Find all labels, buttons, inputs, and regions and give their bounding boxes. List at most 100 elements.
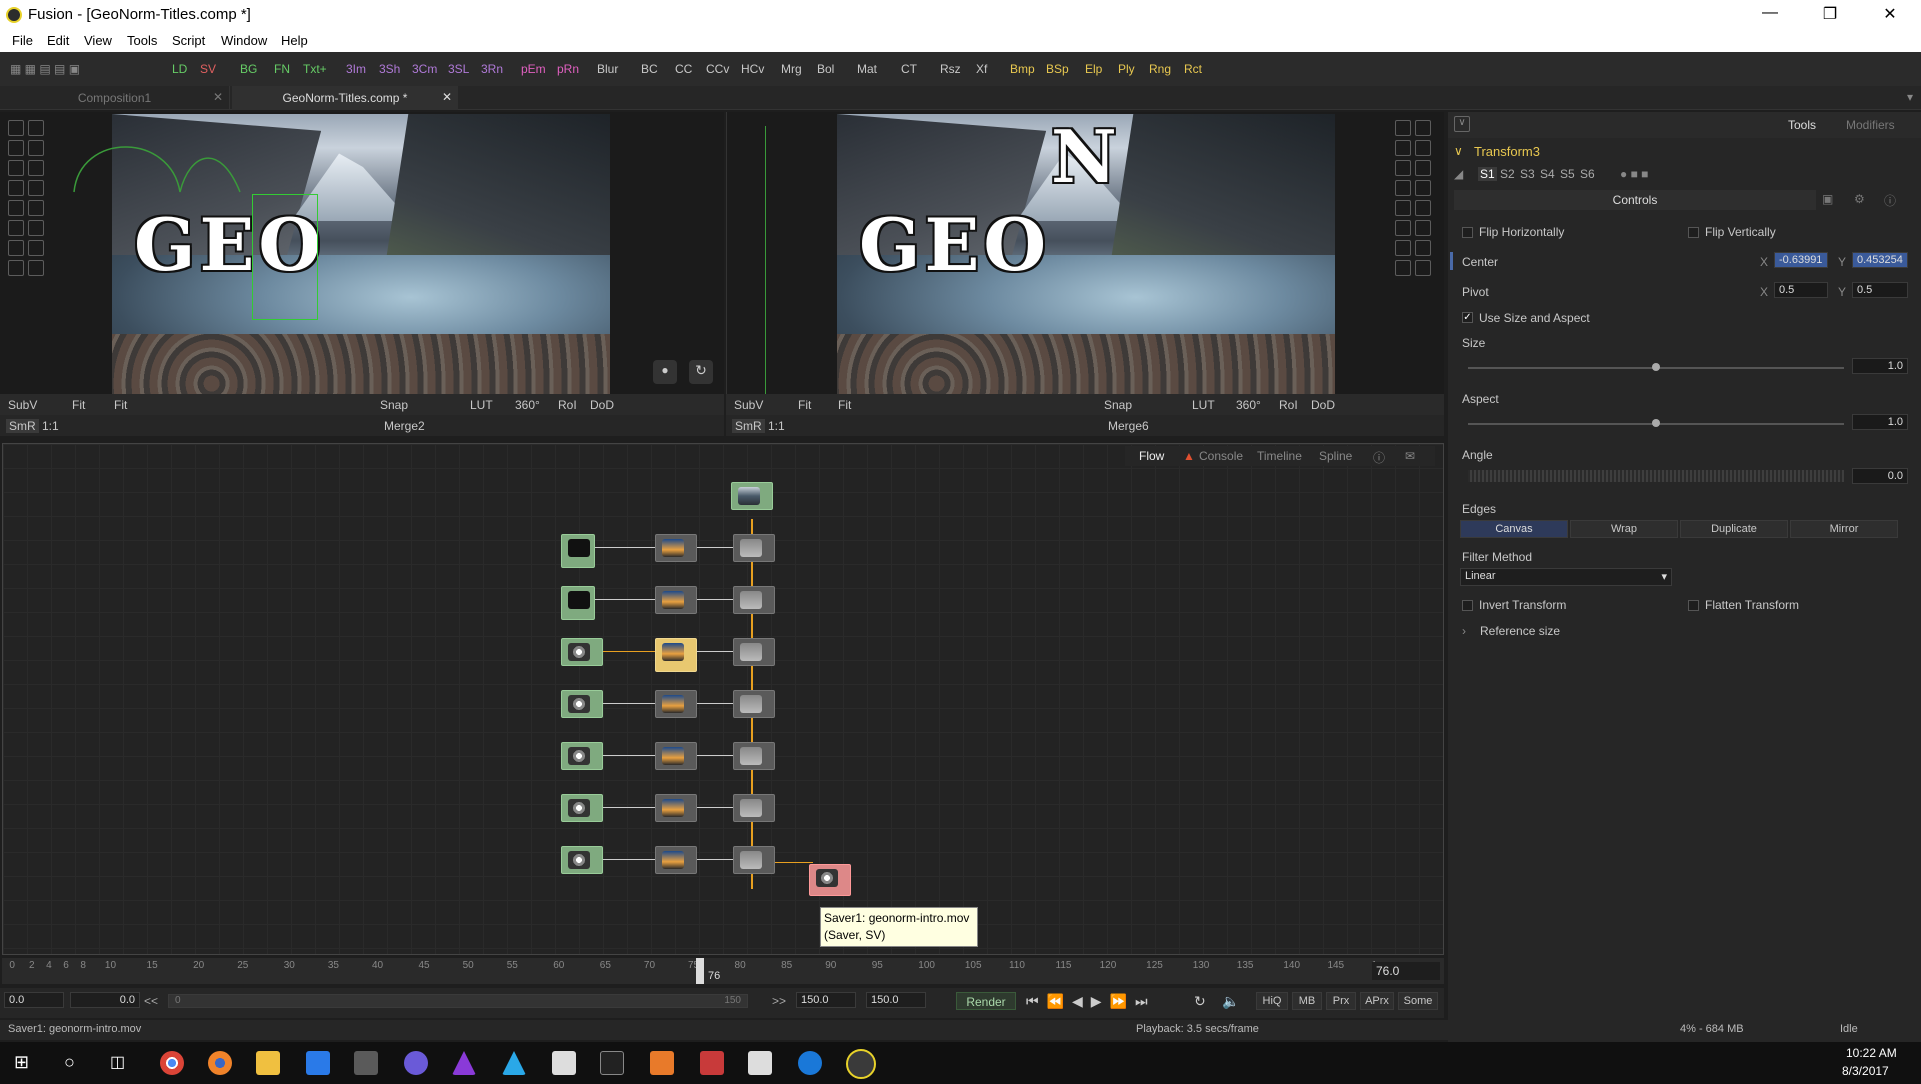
file-explorer-icon[interactable]	[256, 1051, 280, 1075]
slot-s5[interactable]: S5	[1560, 167, 1575, 181]
flow-node-transform[interactable]	[655, 586, 697, 614]
search-icon[interactable]: ○	[64, 1052, 75, 1073]
affinity-designer-icon[interactable]	[502, 1051, 526, 1075]
flow-node-loader[interactable]	[561, 742, 603, 770]
range-next[interactable]: >>	[772, 994, 786, 1008]
layout-icon[interactable]: ▦ ▦ ▤ ▤ ▣	[10, 62, 80, 76]
audio-icon[interactable]: 🔈	[1222, 993, 1239, 1010]
tool-3cm[interactable]: 3Cm	[412, 62, 437, 76]
flow-node-transform[interactable]	[655, 742, 697, 770]
tool-mrg[interactable]: Mrg	[781, 62, 802, 76]
tab-geonorm-titles[interactable]: GeoNorm-Titles.comp * ✕	[232, 86, 458, 110]
edges-wrap-button[interactable]: Wrap	[1570, 520, 1678, 538]
prx-button[interactable]: Prx	[1326, 992, 1356, 1010]
subview-button[interactable]: SubV	[8, 398, 37, 412]
angle-input[interactable]: 0.0	[1852, 468, 1908, 484]
filter-method-select[interactable]: Linear ▾	[1460, 568, 1672, 586]
timeline-ruler[interactable]: 0 2 4 6 8 10 15 20 25 30 35 40 45 50 55 60 65 70 75 80 85 90 9…	[2, 958, 1444, 984]
dropbox-icon[interactable]	[306, 1051, 330, 1075]
use-size-checkbox[interactable]: ✓	[1462, 312, 1473, 323]
slot-s3[interactable]: S3	[1520, 167, 1535, 181]
slot-s4[interactable]: S4	[1540, 167, 1555, 181]
slot-s2[interactable]: S2	[1500, 167, 1515, 181]
snap-button[interactable]: Snap	[1104, 398, 1132, 412]
tool-ld[interactable]: LD	[172, 62, 187, 76]
viewer-right[interactable]: GEO N	[726, 112, 1444, 396]
menu-window[interactable]: Window	[221, 33, 267, 48]
tab-close-icon[interactable]: ✕	[213, 90, 223, 104]
lut-button[interactable]: LUT	[470, 398, 493, 412]
pivot-x-input[interactable]: 0.5	[1774, 282, 1828, 298]
app-icon[interactable]	[404, 1051, 428, 1075]
flow-node-loader[interactable]	[561, 690, 603, 718]
tool-rng[interactable]: Rng	[1149, 62, 1171, 76]
degrees-button[interactable]: 360°	[1236, 398, 1261, 412]
tab-modifiers[interactable]: Modifiers	[1846, 118, 1895, 132]
loop-icon[interactable]: ↻	[1194, 993, 1206, 1010]
tool-bol[interactable]: Bol	[817, 62, 834, 76]
tab-close-icon[interactable]: ✕	[442, 90, 452, 104]
tool-3im[interactable]: 3Im	[346, 62, 366, 76]
pivot-y-input[interactable]: 0.5	[1852, 282, 1908, 298]
flow-node-text[interactable]	[561, 586, 595, 620]
menu-script[interactable]: Script	[172, 33, 205, 48]
flow-node-merge[interactable]	[733, 742, 775, 770]
aspect-slider-handle[interactable]	[1652, 419, 1660, 427]
collapse-icon[interactable]: ∨	[1454, 116, 1470, 132]
motion-path-icon[interactable]	[60, 132, 300, 212]
render-button[interactable]: Render	[956, 992, 1016, 1010]
transform-bounding-box[interactable]	[252, 194, 318, 320]
roi-button[interactable]: RoI	[558, 398, 577, 412]
flow-node-transform[interactable]	[655, 534, 697, 562]
viewer-tools-left[interactable]	[6, 118, 52, 278]
tool-prn[interactable]: pRn	[557, 62, 579, 76]
edges-mirror-button[interactable]: Mirror	[1790, 520, 1898, 538]
flow-node-merge[interactable]	[733, 794, 775, 822]
tool-ply[interactable]: Ply	[1118, 62, 1135, 76]
windows-start-icon[interactable]: ⊞	[14, 1052, 29, 1073]
app-icon[interactable]	[552, 1051, 576, 1075]
tool-ccv[interactable]: CCv	[706, 62, 729, 76]
flow-node-loader[interactable]	[561, 794, 603, 822]
invert-transform-checkbox[interactable]	[1462, 600, 1473, 611]
global-start-input[interactable]: 0.0	[4, 992, 64, 1008]
flow-node-saver[interactable]	[809, 864, 851, 896]
tool-3rn[interactable]: 3Rn	[481, 62, 503, 76]
tool-mat[interactable]: Mat	[857, 62, 877, 76]
flow-node-transform[interactable]	[655, 794, 697, 822]
tab-flow[interactable]: Flow	[1139, 449, 1164, 463]
size-slider-handle[interactable]	[1652, 363, 1660, 371]
app-icon[interactable]	[650, 1051, 674, 1075]
render-start-input[interactable]: 0.0	[70, 992, 140, 1008]
pin-icon[interactable]: ◢	[1454, 167, 1463, 181]
flip-horizontal-checkbox[interactable]	[1462, 227, 1473, 238]
mb-button[interactable]: MB	[1292, 992, 1322, 1010]
render-end-input[interactable]: 150.0	[796, 992, 856, 1008]
tool-cc[interactable]: CC	[675, 62, 692, 76]
flow-node-merge[interactable]	[733, 638, 775, 666]
edges-duplicate-button[interactable]: Duplicate	[1680, 520, 1788, 538]
lut-button[interactable]: LUT	[1192, 398, 1215, 412]
playback-controls-icon[interactable]: ⏮⏪◀▶⏩⏭	[1026, 993, 1156, 1010]
menu-help[interactable]: Help	[281, 33, 308, 48]
fit-button[interactable]: Fit	[798, 398, 811, 412]
close-icon[interactable]: ✕	[1880, 4, 1900, 24]
app-icon[interactable]	[700, 1051, 724, 1075]
smr-button[interactable]: SmR	[732, 419, 765, 433]
lock-icon[interactable]: ● ■ ■	[1620, 167, 1648, 181]
info-icon[interactable]: ⓘ	[1373, 449, 1385, 466]
center-x-input[interactable]: -0.63991	[1774, 252, 1828, 268]
dod-button[interactable]: DoD	[1311, 398, 1335, 412]
range-slider[interactable]: 0 150	[168, 994, 748, 1008]
tool-bsp[interactable]: BSp	[1046, 62, 1069, 76]
global-end-input[interactable]: 150.0	[866, 992, 926, 1008]
tool-bmp[interactable]: Bmp	[1010, 62, 1035, 76]
tool-bg[interactable]: BG	[240, 62, 257, 76]
current-frame-input[interactable]: 76.0	[1372, 962, 1440, 980]
tool-sv[interactable]: SV	[200, 62, 216, 76]
aprx-button[interactable]: APrx	[1360, 992, 1394, 1010]
flow-node-loader[interactable]	[731, 482, 773, 510]
slot-s1[interactable]: S1	[1478, 167, 1497, 181]
fit-button[interactable]: Fit	[72, 398, 85, 412]
tool-3sl[interactable]: 3SL	[448, 62, 469, 76]
